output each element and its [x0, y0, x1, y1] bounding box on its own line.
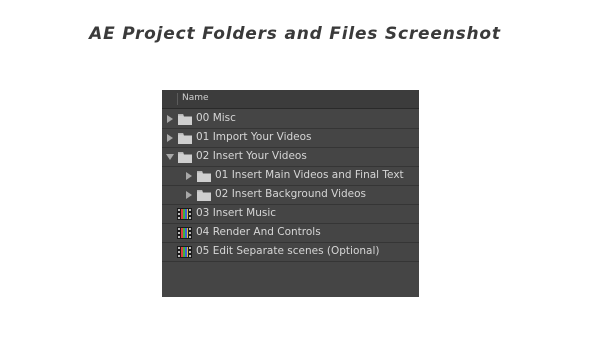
project-panel: Name 00 Misc 01 Import Your Videos 02 In… — [162, 90, 419, 297]
project-item-edit-separate-scenes[interactable]: 05 Edit Separate scenes (Optional) — [162, 243, 419, 262]
folder-icon — [197, 171, 211, 182]
expand-arrow-icon[interactable] — [167, 115, 173, 123]
project-item-insert-music[interactable]: 03 Insert Music — [162, 205, 419, 224]
collapse-arrow-icon[interactable] — [166, 154, 174, 160]
project-item-misc[interactable]: 00 Misc — [162, 110, 419, 129]
project-item-insert-main-videos[interactable]: 01 Insert Main Videos and Final Text — [162, 167, 419, 186]
project-item-list: 00 Misc 01 Import Your Videos 02 Insert … — [162, 110, 419, 262]
item-label: 03 Insert Music — [196, 207, 277, 219]
project-item-import-videos[interactable]: 01 Import Your Videos — [162, 129, 419, 148]
panel-header[interactable]: Name — [162, 90, 419, 109]
item-label: 04 Render And Controls — [196, 226, 321, 238]
composition-icon — [177, 208, 192, 220]
item-label: 00 Misc — [196, 112, 236, 124]
item-label: 05 Edit Separate scenes (Optional) — [196, 245, 380, 257]
folder-icon — [178, 133, 192, 144]
composition-icon — [177, 227, 192, 239]
name-column-header[interactable]: Name — [182, 93, 209, 103]
project-item-insert-videos[interactable]: 02 Insert Your Videos — [162, 148, 419, 167]
expand-arrow-icon[interactable] — [186, 172, 192, 180]
item-label: 02 Insert Your Videos — [196, 150, 307, 162]
item-label: 01 Import Your Videos — [196, 131, 312, 143]
header-column-separator[interactable] — [177, 93, 178, 105]
expand-arrow-icon[interactable] — [186, 191, 192, 199]
item-label: 02 Insert Background Videos — [215, 188, 367, 200]
folder-icon — [178, 114, 192, 125]
expand-arrow-icon[interactable] — [167, 134, 173, 142]
folder-icon — [197, 190, 211, 201]
folder-icon — [178, 152, 192, 163]
project-item-render-controls[interactable]: 04 Render And Controls — [162, 224, 419, 243]
page-title: AE Project Folders and Files Screenshot — [89, 24, 501, 44]
project-item-insert-background-videos[interactable]: 02 Insert Background Videos — [162, 186, 419, 205]
item-label: 01 Insert Main Videos and Final Text — [215, 169, 404, 181]
composition-icon — [177, 246, 192, 258]
